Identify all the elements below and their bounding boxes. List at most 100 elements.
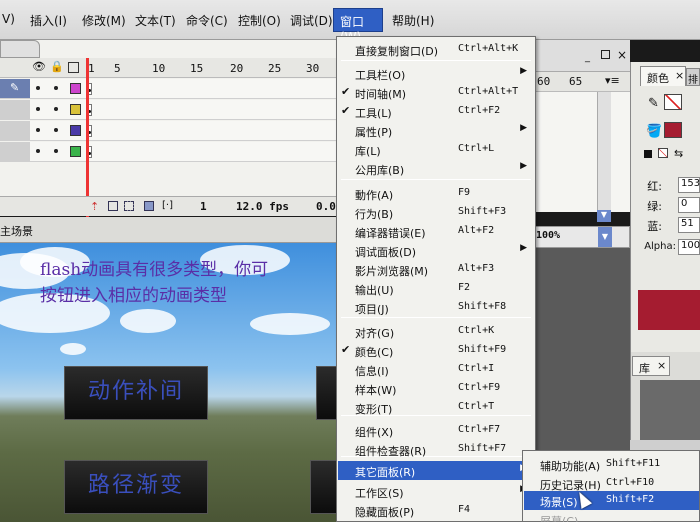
- fill-bucket-icon[interactable]: 🪣: [646, 124, 662, 139]
- layer-row[interactable]: ✎: [0, 79, 338, 99]
- close-icon[interactable]: ×: [675, 69, 684, 82]
- layer-row[interactable]: [0, 121, 338, 141]
- layer-row[interactable]: [0, 142, 338, 162]
- window-menu-item[interactable]: 直接复制窗口(D) Ctrl+Alt+K: [338, 40, 534, 59]
- stage-button-partial[interactable]: [316, 366, 336, 420]
- swap-colors-icon[interactable]: ⇆: [674, 147, 683, 160]
- window-menu-item[interactable]: 影片浏览器(M) Alt+F3: [338, 260, 534, 279]
- layer-color[interactable]: [70, 104, 81, 115]
- playhead[interactable]: [86, 58, 89, 218]
- menu-debug[interactable]: 调试(D): [290, 12, 333, 29]
- window-menu-item[interactable]: 其它面板(R)▶: [338, 461, 534, 480]
- no-color-icon[interactable]: [658, 148, 668, 158]
- marker-icon[interactable]: [·]: [162, 200, 173, 211]
- blue-input[interactable]: 51: [678, 217, 700, 233]
- submenu-item[interactable]: 辅助功能(A) Shift+F11: [524, 455, 699, 474]
- shape-tween-button[interactable]: 路径渐变: [64, 460, 208, 514]
- window-menu-item[interactable]: 调试面板(D) ▶: [338, 241, 534, 260]
- window-menu-item[interactable]: ✔ 工具(L) Ctrl+F2: [338, 102, 534, 121]
- layer-label[interactable]: [0, 121, 30, 140]
- layer-label[interactable]: [0, 100, 30, 119]
- stage-button-partial[interactable]: [310, 460, 336, 514]
- window-menu-item[interactable]: 信息(I) Ctrl+I: [338, 360, 534, 379]
- window-menu-item[interactable]: 公用库(B) ▶: [338, 159, 534, 178]
- window-menu-item[interactable]: 属性(P) ▶: [338, 121, 534, 140]
- frame-num: 30: [306, 62, 320, 75]
- edit-frames-icon[interactable]: [144, 201, 154, 211]
- menu-help[interactable]: 帮助(H): [392, 12, 434, 29]
- color-panel-tab[interactable]: 颜色 ×: [640, 66, 686, 86]
- scroll-down-icon[interactable]: ▼: [597, 210, 611, 222]
- window-menu-item[interactable]: 库(L) Ctrl+L: [338, 140, 534, 159]
- layer-color[interactable]: [70, 125, 81, 136]
- green-input[interactable]: 0: [678, 197, 700, 213]
- lock-icon[interactable]: 🔒: [50, 60, 64, 73]
- submenu-item[interactable]: 屏幕(C): [524, 510, 699, 522]
- window-menu-item[interactable]: 组件(X) Ctrl+F7: [338, 421, 534, 440]
- center-frame-icon[interactable]: ⇡: [90, 200, 99, 213]
- menu-window[interactable]: 窗口(W): [333, 8, 383, 44]
- window-menu-item[interactable]: ✔ 颜色(C) Shift+F9: [338, 341, 534, 360]
- window-menu-item[interactable]: 样本(W) Ctrl+F9: [338, 379, 534, 398]
- frame-num: 60: [537, 75, 551, 88]
- scene-label[interactable]: 主场景: [0, 223, 33, 239]
- window-menu-item[interactable]: 变形(T) Ctrl+T: [338, 398, 534, 417]
- window-menu-item[interactable]: 工作区(S)▶: [338, 482, 534, 501]
- onion-skin-icon[interactable]: [108, 201, 118, 211]
- window-menu-item[interactable]: 项目(J) Shift+F8: [338, 298, 534, 317]
- options-icon[interactable]: ▾≡: [605, 74, 620, 87]
- menu-item-label: 组件(X): [355, 426, 394, 439]
- eye-icon[interactable]: 👁: [32, 60, 46, 73]
- window-menu-item[interactable]: ✔ 时间轴(M) Ctrl+Alt+T: [338, 83, 534, 102]
- submenu-item-shortcut: Ctrl+F10: [606, 477, 655, 488]
- window-menu-item[interactable]: 输出(U) F2: [338, 279, 534, 298]
- stroke-pencil-icon[interactable]: ✎: [648, 96, 659, 111]
- menu-item-shortcut: Shift+F9: [458, 344, 507, 355]
- stage[interactable]: flash动画具有很多类型，你可 按钮进入相应的动画类型 动作补间 路径渐变: [0, 243, 336, 522]
- window-menu-item[interactable]: 隐藏面板(P) F4: [338, 501, 534, 520]
- library-tab-label: 库: [639, 362, 650, 375]
- zoom-dropdown-icon[interactable]: ▼: [598, 227, 612, 247]
- menu-control[interactable]: 控制(O): [238, 12, 281, 29]
- timeline-tab[interactable]: [0, 40, 40, 58]
- layer-row[interactable]: [0, 100, 338, 120]
- menu-item-shortcut: Alt+F3: [458, 263, 495, 274]
- outline-icon[interactable]: [68, 62, 79, 73]
- library-tab[interactable]: 库 ×: [632, 356, 670, 376]
- menu-insert[interactable]: 插入(I): [30, 12, 67, 29]
- motion-tween-button[interactable]: 动作补间: [64, 366, 208, 420]
- menu-view[interactable]: V): [2, 12, 15, 26]
- layer-label[interactable]: ✎: [0, 79, 30, 98]
- stroke-color-swatch[interactable]: [664, 94, 682, 110]
- alpha-input[interactable]: 100: [678, 239, 700, 255]
- black-white-icon[interactable]: [644, 150, 652, 158]
- minimize-icon[interactable]: _: [585, 52, 590, 63]
- zoom-control[interactable]: 100% ▼: [535, 226, 630, 248]
- layer-color[interactable]: [70, 146, 81, 157]
- menu-item-label: 工作区(S): [355, 487, 404, 500]
- window-menu-item[interactable]: 对齐(G) Ctrl+K: [338, 322, 534, 341]
- submenu-item[interactable]: 场景(S) Shift+F2: [524, 491, 699, 510]
- timeline-scrollbar[interactable]: [597, 92, 611, 212]
- layer-color[interactable]: [70, 83, 81, 94]
- close-icon[interactable]: ×: [657, 359, 666, 372]
- layer-label[interactable]: [0, 142, 30, 161]
- swatches-panel-tab[interactable]: 排: [686, 68, 700, 86]
- menu-commands[interactable]: 命令(C): [186, 12, 228, 29]
- fill-color-swatch[interactable]: [664, 122, 682, 138]
- red-input[interactable]: 153: [678, 177, 700, 193]
- menu-item-label: 属性(P): [355, 126, 393, 139]
- window-menu-item[interactable]: 動作(A) F9: [338, 184, 534, 203]
- menu-item-shortcut: Ctrl+I: [458, 363, 495, 374]
- onion-outline-icon[interactable]: [124, 201, 134, 211]
- window-menu-item[interactable]: 组件检查器(R) Shift+F7: [338, 440, 534, 459]
- window-menu-item[interactable]: 编译器错误(E) Alt+F2: [338, 222, 534, 241]
- timeline-frames-right[interactable]: ▼: [535, 92, 630, 222]
- window-menu-item[interactable]: 工具栏(O) ▶: [338, 64, 534, 83]
- menu-text[interactable]: 文本(T): [135, 12, 176, 29]
- menu-modify[interactable]: 修改(M): [82, 12, 126, 29]
- menu-item-shortcut: Shift+F7: [458, 443, 507, 454]
- window-menu-item[interactable]: 行为(B) Shift+F3: [338, 203, 534, 222]
- close-icon[interactable]: ×: [617, 48, 627, 62]
- maximize-icon[interactable]: [601, 50, 610, 59]
